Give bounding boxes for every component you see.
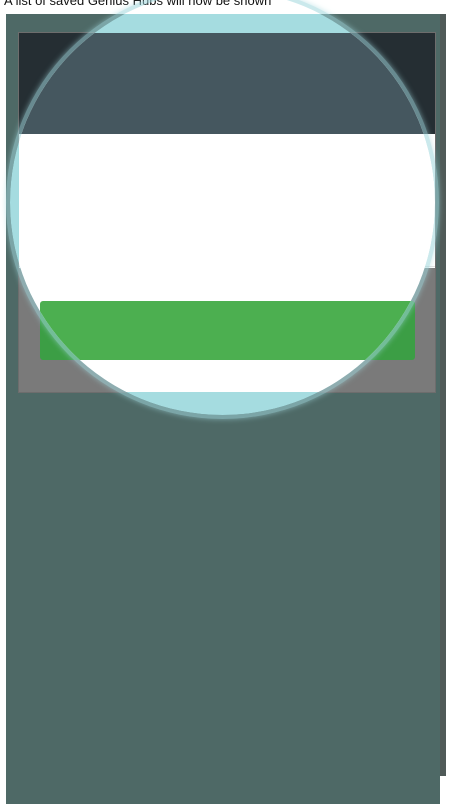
different-login-button[interactable]: Different login [40,301,415,360]
tutorial-caption: A list of saved Genius Hubs will now be … [4,0,272,8]
scrollbar[interactable] [440,14,449,804]
trash-icon[interactable] [389,221,413,249]
hubs-header: Your Hubs [19,33,435,134]
trash-icon[interactable] [389,154,413,182]
hub-list-item-hgdemo[interactable]: hgdemo [19,201,435,267]
page-title: Your Hubs [125,59,329,108]
hub-list: Genius hgdemo [19,134,435,268]
hub-name: hgdemo [39,225,99,242]
hub-name: Genius [39,158,91,175]
hub-list-item-genius[interactable]: Genius [19,134,435,200]
